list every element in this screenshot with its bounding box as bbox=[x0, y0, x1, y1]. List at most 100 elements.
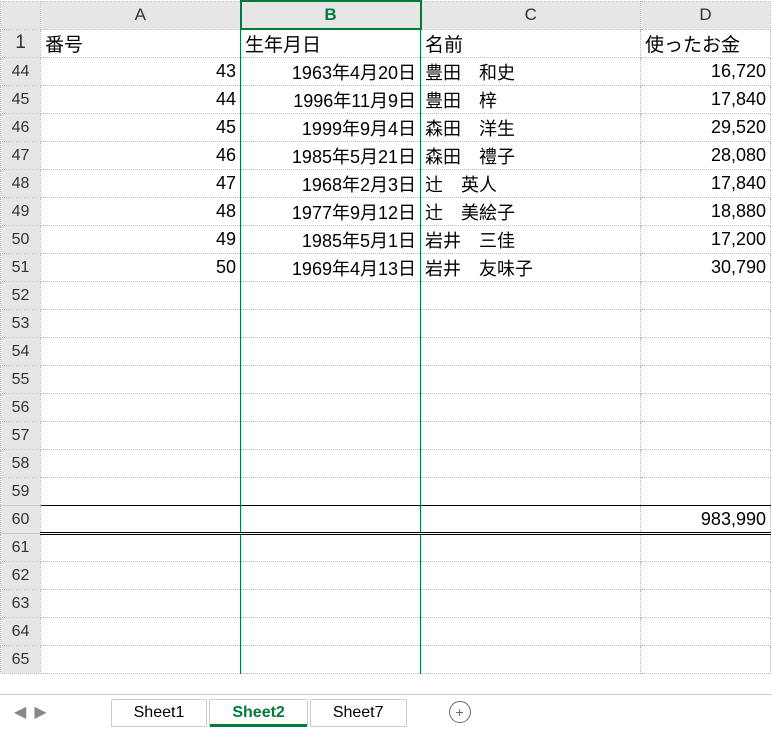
cell[interactable] bbox=[421, 338, 641, 366]
cell-d[interactable]: 17,200 bbox=[641, 226, 771, 254]
cell[interactable] bbox=[241, 422, 421, 450]
cell[interactable] bbox=[421, 478, 641, 506]
cell[interactable] bbox=[421, 310, 641, 338]
sheet-tab-2[interactable]: Sheet2 bbox=[209, 699, 307, 727]
data-row[interactable]: 45 44 1996年11月9日 豊田 梓 17,840 bbox=[1, 86, 771, 114]
data-row[interactable]: 51 50 1969年4月13日 岩井 友味子 30,790 bbox=[1, 254, 771, 282]
cell[interactable] bbox=[241, 562, 421, 590]
cell-a[interactable]: 49 bbox=[41, 226, 241, 254]
blank-row[interactable]: 65 bbox=[1, 646, 771, 674]
cell[interactable] bbox=[241, 450, 421, 478]
row-header[interactable]: 60 bbox=[1, 506, 41, 534]
cell[interactable] bbox=[641, 618, 771, 646]
cell-b[interactable] bbox=[241, 506, 421, 534]
sum-row[interactable]: 60 983,990 bbox=[1, 506, 771, 534]
row-header[interactable]: 50 bbox=[1, 226, 41, 254]
row-header[interactable]: 58 bbox=[1, 450, 41, 478]
data-row[interactable]: 44 43 1963年4月20日 豊田 和史 16,720 bbox=[1, 58, 771, 86]
cell-d-sum[interactable]: 983,990 bbox=[641, 506, 771, 534]
data-row[interactable]: 46 45 1999年9月4日 森田 洋生 29,520 bbox=[1, 114, 771, 142]
blank-row[interactable]: 55 bbox=[1, 366, 771, 394]
nav-next-icon[interactable]: ▶ bbox=[34, 702, 46, 722]
cell[interactable] bbox=[421, 394, 641, 422]
blank-row[interactable]: 64 bbox=[1, 618, 771, 646]
cell-d[interactable]: 30,790 bbox=[641, 254, 771, 282]
column-header-row[interactable]: A B C D bbox=[1, 1, 771, 29]
cell[interactable] bbox=[421, 646, 641, 674]
cell[interactable] bbox=[641, 366, 771, 394]
row-header[interactable]: 57 bbox=[1, 422, 41, 450]
sheet-tab-1[interactable]: Sheet1 bbox=[111, 699, 208, 727]
cell[interactable] bbox=[41, 422, 241, 450]
cell[interactable] bbox=[241, 590, 421, 618]
cell-a[interactable]: 48 bbox=[41, 198, 241, 226]
row-header[interactable]: 47 bbox=[1, 142, 41, 170]
nav-prev-icon[interactable]: ◀ bbox=[14, 702, 26, 722]
cell[interactable] bbox=[41, 562, 241, 590]
cell-b[interactable]: 1977年9月12日 bbox=[241, 198, 421, 226]
row-header[interactable]: 56 bbox=[1, 394, 41, 422]
cell-d[interactable]: 18,880 bbox=[641, 198, 771, 226]
cell[interactable] bbox=[421, 590, 641, 618]
cell-b[interactable]: 1968年2月3日 bbox=[241, 170, 421, 198]
cell[interactable] bbox=[241, 534, 421, 562]
cell-d[interactable]: 16,720 bbox=[641, 58, 771, 86]
cell[interactable] bbox=[41, 310, 241, 338]
blank-row[interactable]: 62 bbox=[1, 562, 771, 590]
row-header[interactable]: 53 bbox=[1, 310, 41, 338]
row-header[interactable]: 63 bbox=[1, 590, 41, 618]
blank-row[interactable]: 56 bbox=[1, 394, 771, 422]
cell[interactable] bbox=[641, 450, 771, 478]
cell-a[interactable]: 46 bbox=[41, 142, 241, 170]
cell[interactable] bbox=[41, 394, 241, 422]
cell-a[interactable]: 47 bbox=[41, 170, 241, 198]
cell[interactable] bbox=[241, 618, 421, 646]
col-header-b[interactable]: B bbox=[241, 1, 421, 29]
cell[interactable] bbox=[241, 478, 421, 506]
cell-c[interactable] bbox=[421, 506, 641, 534]
cell[interactable] bbox=[41, 282, 241, 310]
cell[interactable] bbox=[41, 590, 241, 618]
cell-a[interactable]: 50 bbox=[41, 254, 241, 282]
cell[interactable] bbox=[641, 282, 771, 310]
cell-b[interactable]: 1963年4月20日 bbox=[241, 58, 421, 86]
row-header[interactable]: 48 bbox=[1, 170, 41, 198]
row-header[interactable]: 44 bbox=[1, 58, 41, 86]
cell-d[interactable]: 29,520 bbox=[641, 114, 771, 142]
cell-b[interactable]: 1996年11月9日 bbox=[241, 86, 421, 114]
cell[interactable] bbox=[421, 282, 641, 310]
row-header[interactable]: 55 bbox=[1, 366, 41, 394]
cell[interactable] bbox=[641, 422, 771, 450]
grid-scroll[interactable]: A B C D 1 番号 生年月日 名前 使ったお金 44 43 1963年4月… bbox=[0, 0, 772, 695]
cell[interactable] bbox=[41, 618, 241, 646]
cell[interactable] bbox=[421, 562, 641, 590]
cell-b[interactable]: 1985年5月21日 bbox=[241, 142, 421, 170]
data-row[interactable]: 47 46 1985年5月21日 森田 禮子 28,080 bbox=[1, 142, 771, 170]
blank-row[interactable]: 54 bbox=[1, 338, 771, 366]
cell-c1[interactable]: 名前 bbox=[421, 29, 641, 58]
cell-b[interactable]: 1985年5月1日 bbox=[241, 226, 421, 254]
cell-d[interactable]: 17,840 bbox=[641, 170, 771, 198]
cell[interactable] bbox=[421, 366, 641, 394]
add-sheet-button[interactable]: + bbox=[449, 701, 471, 723]
cell-a[interactable]: 44 bbox=[41, 86, 241, 114]
col-header-d[interactable]: D bbox=[641, 1, 771, 29]
data-row[interactable]: 49 48 1977年9月12日 辻 美絵子 18,880 bbox=[1, 198, 771, 226]
cell[interactable] bbox=[241, 366, 421, 394]
cell[interactable] bbox=[641, 534, 771, 562]
blank-row[interactable]: 53 bbox=[1, 310, 771, 338]
row-header[interactable]: 45 bbox=[1, 86, 41, 114]
cell-c[interactable]: 森田 禮子 bbox=[421, 142, 641, 170]
cell[interactable] bbox=[41, 366, 241, 394]
row-header[interactable]: 61 bbox=[1, 534, 41, 562]
cell-c[interactable]: 豊田 梓 bbox=[421, 86, 641, 114]
blank-row[interactable]: 57 bbox=[1, 422, 771, 450]
col-header-a[interactable]: A bbox=[41, 1, 241, 29]
sheet-tab-7[interactable]: Sheet7 bbox=[310, 699, 407, 727]
row-header[interactable]: 46 bbox=[1, 114, 41, 142]
row-header[interactable]: 49 bbox=[1, 198, 41, 226]
row-header[interactable]: 51 bbox=[1, 254, 41, 282]
cell[interactable] bbox=[641, 590, 771, 618]
cell-c[interactable]: 岩井 三佳 bbox=[421, 226, 641, 254]
cell[interactable] bbox=[641, 478, 771, 506]
